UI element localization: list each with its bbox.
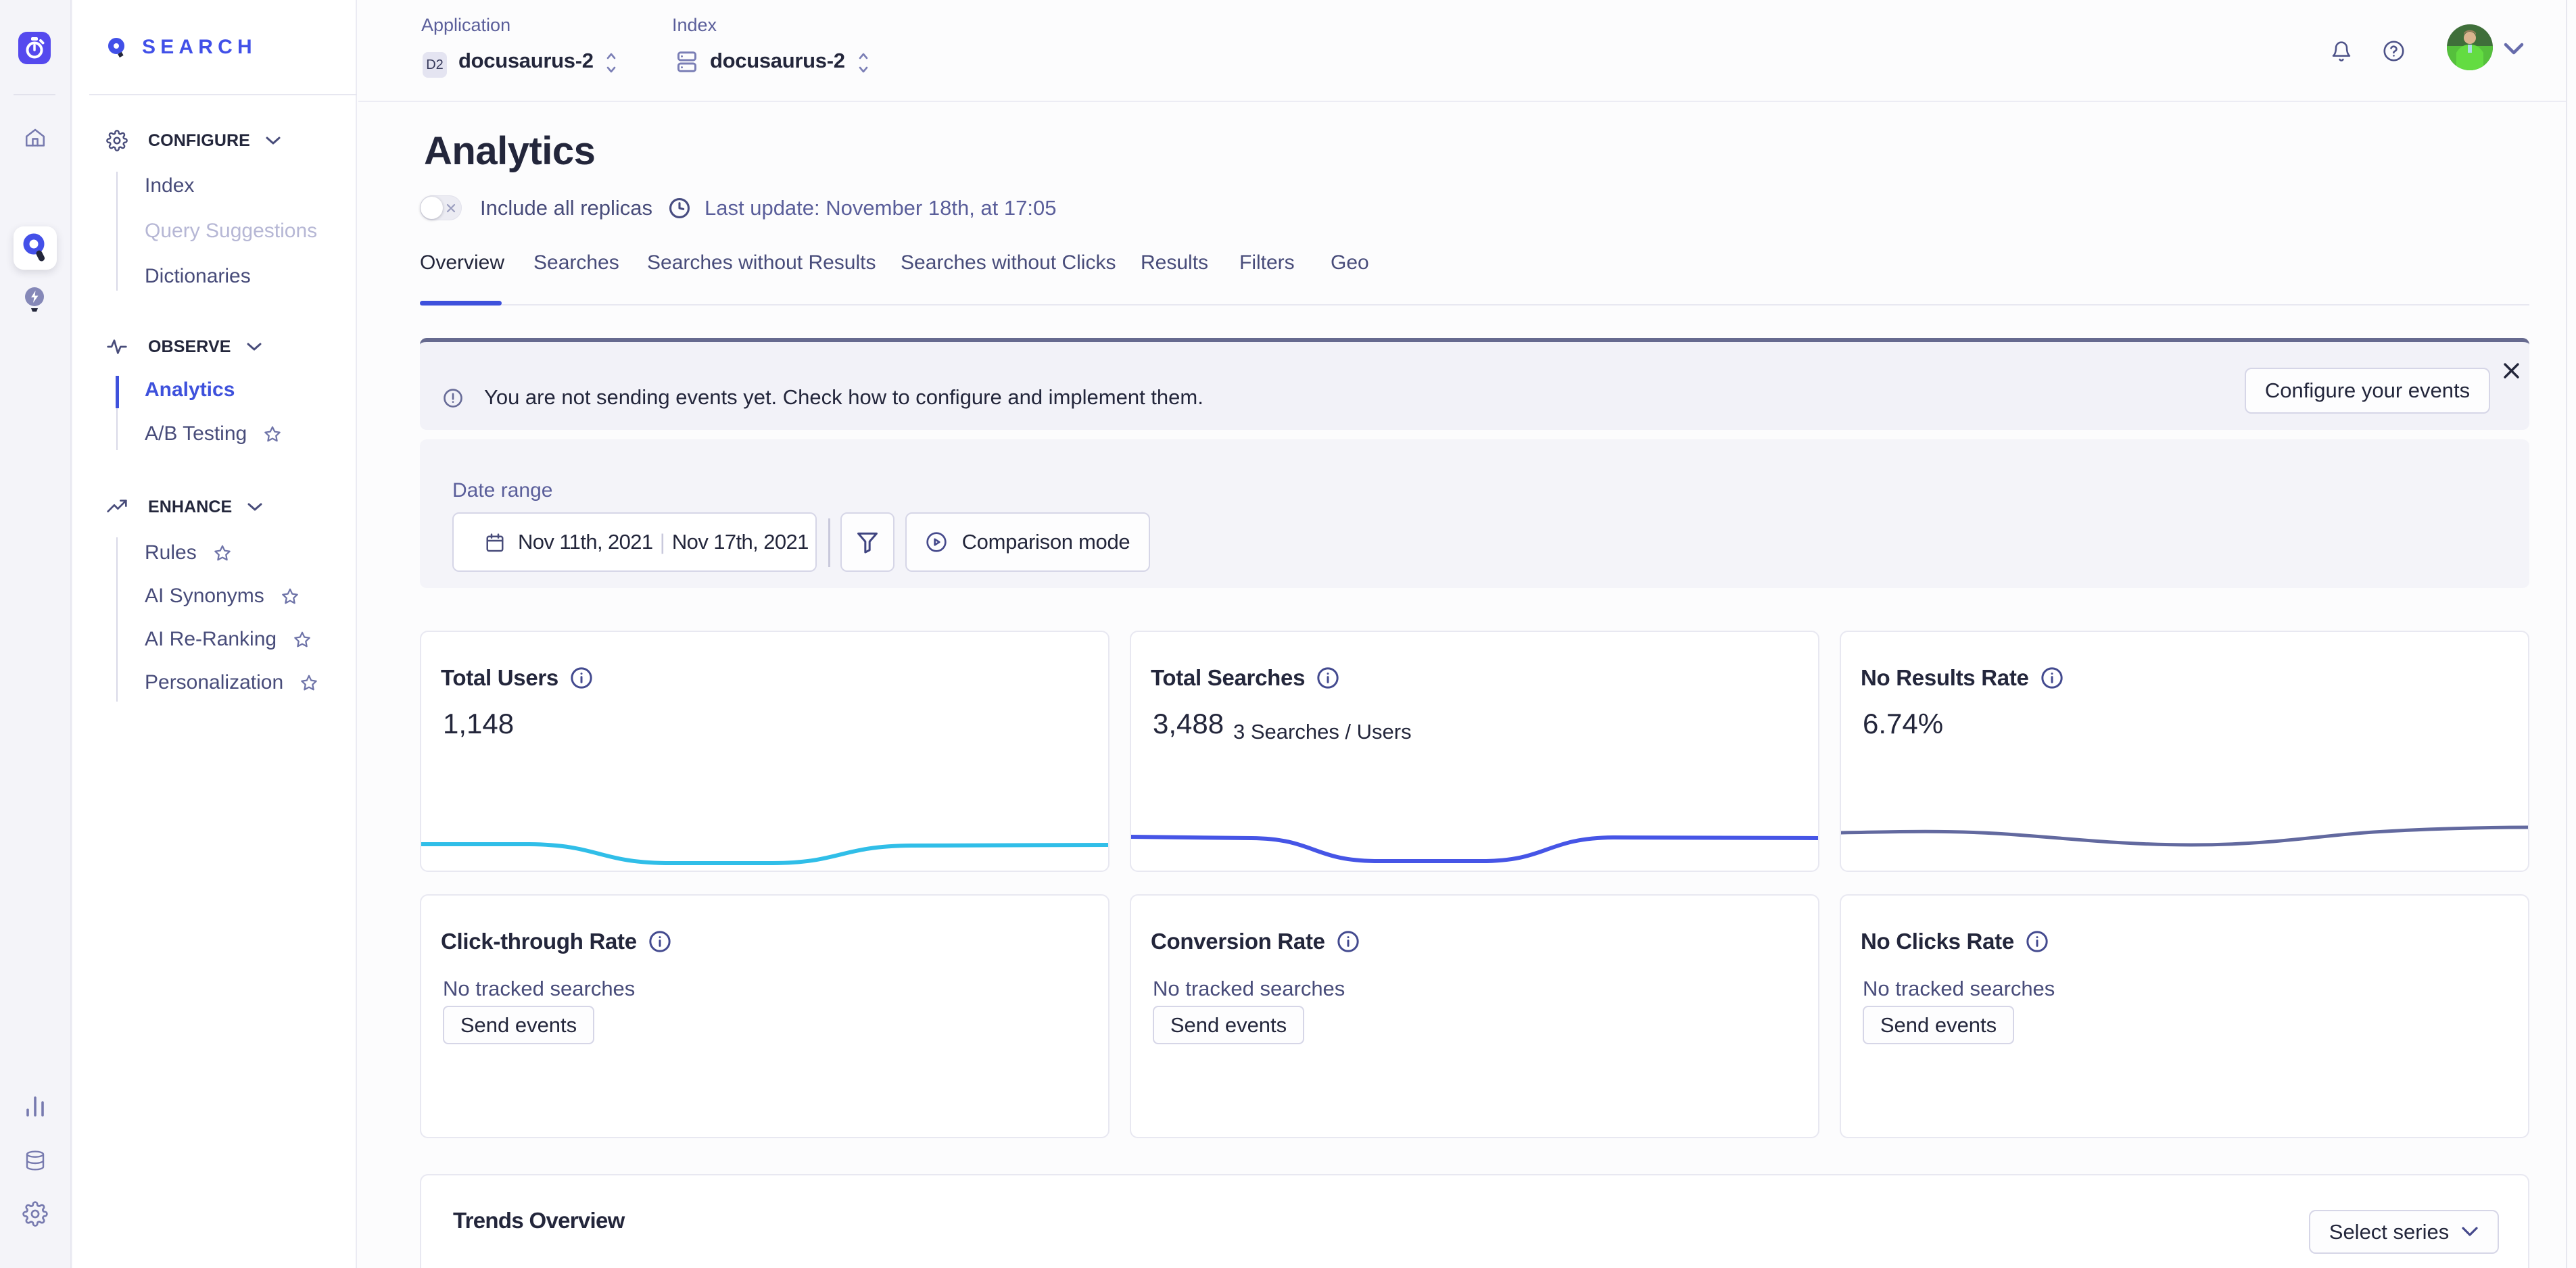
svg-text:SEARCH: SEARCH [142, 36, 257, 58]
